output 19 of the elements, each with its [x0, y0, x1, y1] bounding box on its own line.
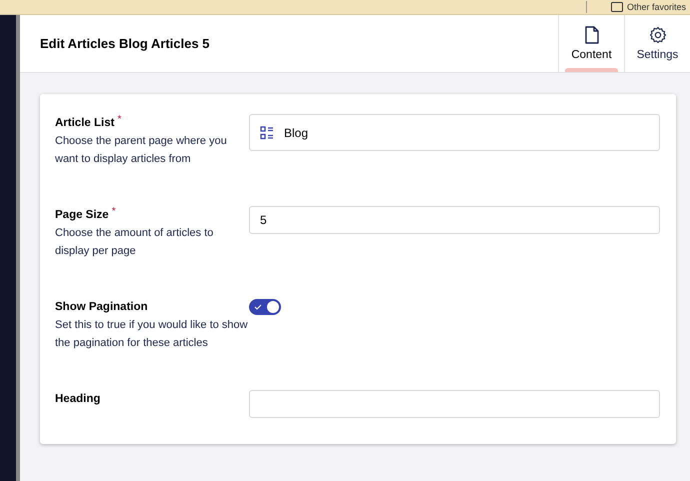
field-description: Choose the parent page where you want to display articles from — [55, 134, 228, 167]
field-label: Heading — [55, 392, 100, 407]
page-picker[interactable]: Blog — [249, 114, 660, 151]
field-label: Show Pagination — [55, 300, 148, 315]
required-mark: * — [112, 206, 116, 218]
field-label: Article List — [55, 116, 114, 131]
field-label: Page Size — [55, 208, 109, 223]
check-icon — [254, 304, 262, 310]
document-icon — [584, 26, 598, 44]
field-description: Set this to true if you would like to show the pagination for these articles — [55, 318, 249, 351]
list-icon — [260, 126, 274, 140]
panel-title: Edit Articles Blog Articles 5 — [40, 36, 210, 51]
folder-icon[interactable] — [610, 2, 623, 12]
bookmark-link[interactable]: Other favorites — [626, 1, 686, 13]
toggle-switch[interactable] — [249, 299, 281, 315]
input-field[interactable]: 5 — [249, 206, 660, 234]
required-mark: * — [117, 114, 122, 126]
field-description: Choose the amount of articles to display per page — [55, 226, 214, 259]
settings-icon — [648, 26, 666, 44]
